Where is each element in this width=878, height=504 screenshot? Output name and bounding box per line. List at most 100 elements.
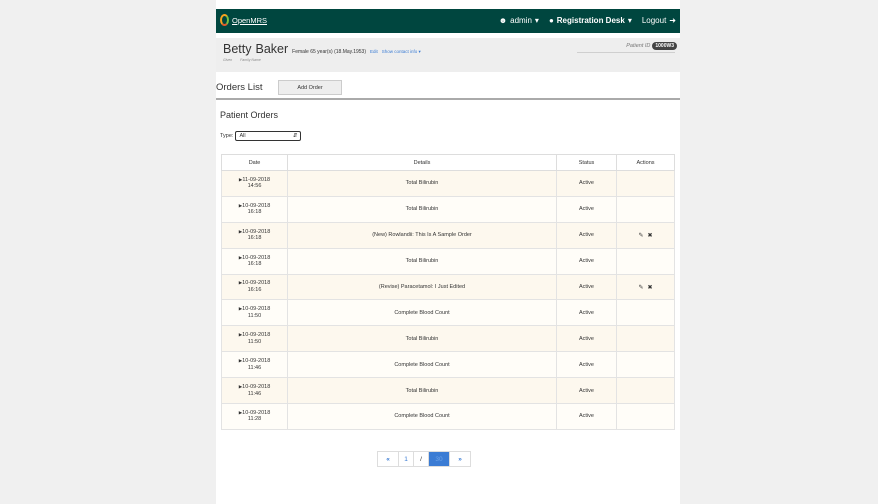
order-time: 16:18 bbox=[247, 209, 262, 216]
order-actions bbox=[616, 195, 675, 223]
patient-family-name: Baker bbox=[255, 42, 289, 56]
orders-list-bar: Orders List Add Order bbox=[216, 78, 680, 100]
logo-text: OpenMRS bbox=[232, 15, 268, 25]
order-time: 11:50 bbox=[247, 338, 262, 345]
orders-table: Date Details Status Actions ▶11-09-2018 1… bbox=[221, 154, 675, 430]
order-actions bbox=[616, 325, 675, 353]
order-date-cell[interactable]: ▶10-09-2018 11:46 bbox=[221, 377, 288, 405]
order-date: 10-09-2018 bbox=[242, 409, 271, 416]
date-column-header: Date bbox=[221, 154, 288, 171]
order-details: (New) Rowlandii: This Is A Sample Order bbox=[287, 221, 557, 249]
chevron-down-icon: ▾ bbox=[534, 16, 539, 25]
pencil-icon[interactable]: ✎ bbox=[638, 284, 643, 291]
order-actions bbox=[616, 299, 675, 327]
order-details: Complete Blood Count bbox=[287, 299, 557, 327]
pagination: « 1 / 30 » bbox=[377, 451, 471, 467]
order-details: Total Bilirubin bbox=[287, 325, 557, 353]
order-status: Active bbox=[556, 273, 617, 301]
order-actions: ✎ ✖ bbox=[616, 273, 675, 301]
order-date: 10-09-2018 bbox=[242, 254, 271, 261]
close-icon[interactable]: ✖ bbox=[648, 284, 653, 291]
order-status: Active bbox=[556, 170, 617, 197]
table-row: ▶10-09-2018 11:46 Complete Blood Count Acti… bbox=[221, 351, 675, 379]
table-row: ▶10-09-2018 16:18 Total Bilirubin Active bbox=[221, 195, 675, 223]
order-time: 16:18 bbox=[247, 235, 262, 242]
show-contact-label: Show contact info bbox=[381, 49, 418, 54]
order-date-cell[interactable]: ▶10-09-2018 16:18 bbox=[221, 247, 288, 275]
pencil-icon[interactable]: ✎ bbox=[638, 232, 643, 239]
order-status: Active bbox=[556, 221, 617, 249]
logout-label: Logout bbox=[641, 16, 667, 25]
order-details: Complete Blood Count bbox=[287, 403, 557, 430]
order-actions bbox=[616, 377, 675, 405]
order-time: 11:46 bbox=[247, 364, 262, 371]
page-separator: / bbox=[413, 451, 429, 467]
patient-id-badge: 1000W3 bbox=[652, 42, 677, 50]
total-pages: 30 bbox=[428, 451, 450, 467]
order-date: 10-09-2018 bbox=[242, 358, 271, 365]
order-date-cell[interactable]: ▶10-09-2018 11:50 bbox=[221, 299, 288, 327]
table-row: ▶10-09-2018 11:50 Total Bilirubin Active bbox=[221, 325, 675, 353]
main-page: OpenMRS ☻ admin ▾ ● Registration Desk ▾ … bbox=[216, 0, 680, 504]
map-marker-icon: ● bbox=[548, 16, 554, 25]
order-time: 16:18 bbox=[247, 261, 262, 268]
table-row: ▶10-09-2018 16:18 (New) Rowlandii: This Is… bbox=[221, 221, 675, 249]
last-page-button[interactable]: » bbox=[449, 451, 471, 467]
table-row: ▶10-09-2018 11:46 Total Bilirubin Active bbox=[221, 377, 675, 405]
order-date-cell[interactable]: ▶10-09-2018 11:28 bbox=[221, 403, 288, 430]
location-name: Registration Desk bbox=[556, 16, 625, 25]
order-status: Active bbox=[556, 403, 617, 430]
patient-name-row: Betty Baker Female 65 year(s) (18.May.19… bbox=[223, 42, 421, 56]
openmrs-logo[interactable]: OpenMRS bbox=[220, 14, 267, 26]
user-name: admin bbox=[510, 16, 532, 25]
order-time: 14:56 bbox=[247, 183, 262, 190]
table-row: ▶10-09-2018 16:16 (Revise) Paracetamol: I … bbox=[221, 273, 675, 301]
order-time: 11:28 bbox=[247, 416, 262, 423]
top-nav-menu: ☻ admin ▾ ● Registration Desk ▾ Logout ➜ bbox=[499, 16, 676, 25]
close-icon[interactable]: ✖ bbox=[648, 232, 653, 239]
order-date-cell[interactable]: ▶10-09-2018 11:50 bbox=[221, 325, 288, 353]
type-label: Type: bbox=[220, 133, 234, 139]
status-column-header: Status bbox=[556, 154, 617, 171]
order-details: Total Bilirubin bbox=[287, 377, 557, 405]
page-number-input[interactable]: 1 bbox=[398, 451, 414, 467]
order-date: 10-09-2018 bbox=[242, 306, 271, 313]
order-actions: ✎ ✖ bbox=[616, 221, 675, 249]
first-page-button[interactable]: « bbox=[377, 451, 399, 467]
order-details: Total Bilirubin bbox=[287, 170, 557, 197]
order-date: 10-09-2018 bbox=[242, 280, 271, 287]
order-time: 16:16 bbox=[247, 287, 262, 293]
order-date-cell[interactable]: ▶10-09-2018 16:18 bbox=[221, 221, 288, 249]
order-actions bbox=[616, 351, 675, 379]
order-status: Active bbox=[556, 247, 617, 275]
actions-column-header: Actions bbox=[616, 154, 675, 171]
patient-id: Patient ID 1000W3 bbox=[626, 42, 677, 50]
location-menu[interactable]: ● Registration Desk ▾ bbox=[549, 16, 632, 25]
openmrs-logo-icon bbox=[220, 14, 229, 26]
order-date: 10-09-2018 bbox=[242, 332, 271, 339]
table-row: ▶10-09-2018 11:28 Complete Blood Count Acti… bbox=[221, 403, 675, 430]
type-select-value: All bbox=[239, 133, 246, 139]
order-status: Active bbox=[556, 377, 617, 405]
patient-id-label: Patient ID bbox=[626, 43, 651, 49]
show-contact-info-link[interactable]: Show contact info ▾ bbox=[382, 49, 421, 55]
order-date-cell[interactable]: ▶10-09-2018 16:18 bbox=[221, 195, 288, 223]
table-row: ▶10-09-2018 11:50 Complete Blood Count Acti… bbox=[221, 299, 675, 327]
order-date-cell[interactable]: ▶11-09-2018 14:56 bbox=[221, 170, 288, 197]
order-date-cell[interactable]: ▶10-09-2018 16:16 bbox=[221, 273, 288, 301]
order-details: Total Bilirubin bbox=[287, 195, 557, 223]
logout-link[interactable]: Logout ➜ bbox=[642, 16, 676, 25]
order-date: 11-09-2018 bbox=[242, 176, 271, 183]
chevron-down-icon: ▾ bbox=[418, 49, 421, 54]
patient-given-name: Betty bbox=[223, 42, 252, 56]
patient-header: Betty Baker Female 65 year(s) (18.May.19… bbox=[216, 38, 680, 72]
order-date-cell[interactable]: ▶10-09-2018 11:46 bbox=[221, 351, 288, 379]
order-date: 10-09-2018 bbox=[242, 383, 271, 390]
user-menu[interactable]: ☻ admin ▾ bbox=[499, 16, 539, 25]
type-select[interactable]: All ⇵ bbox=[235, 131, 302, 141]
given-label: Given bbox=[223, 58, 233, 62]
top-navbar: OpenMRS ☻ admin ▾ ● Registration Desk ▾ … bbox=[216, 9, 680, 33]
edit-patient-link[interactable]: Edit bbox=[370, 49, 378, 54]
add-order-button[interactable]: Add Order bbox=[278, 80, 342, 95]
family-name-label: Family Name bbox=[240, 58, 261, 62]
